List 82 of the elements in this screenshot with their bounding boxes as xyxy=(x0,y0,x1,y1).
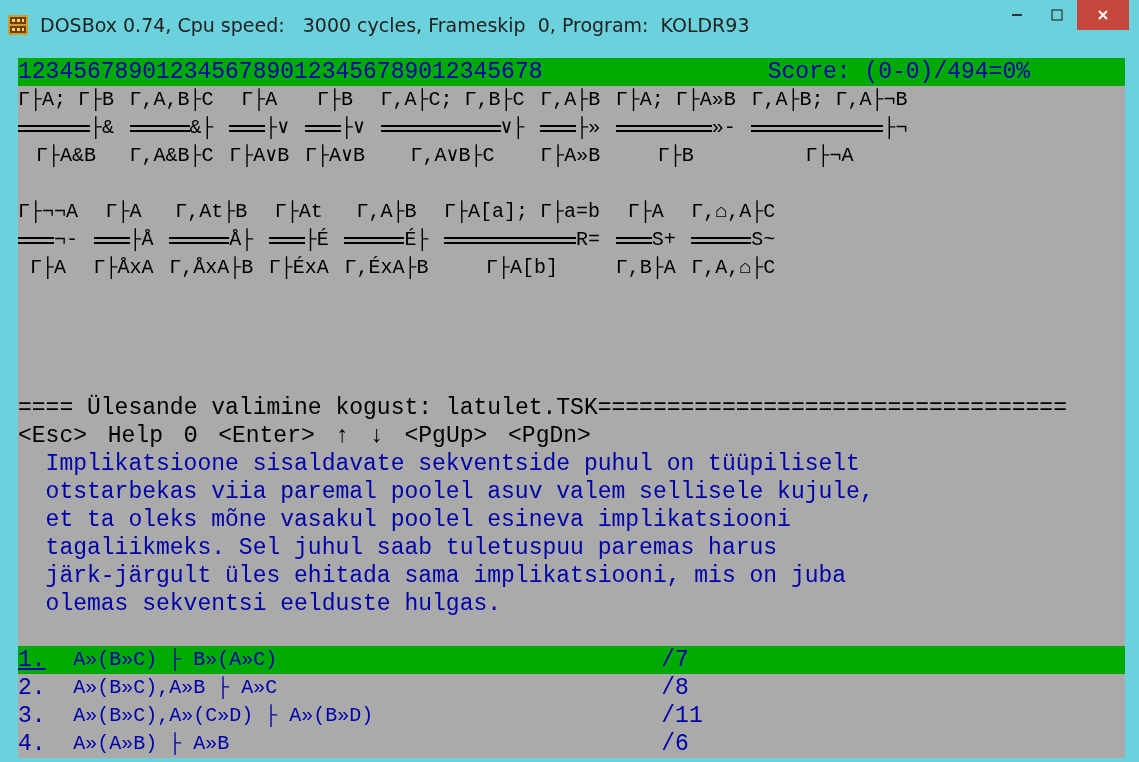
minimize-icon xyxy=(1012,14,1022,16)
inference-line xyxy=(229,124,266,132)
rule-premises: Γ├¬¬A xyxy=(18,199,78,225)
rule-conclusion: Γ,A,⌂├C xyxy=(691,255,776,281)
rule-label: ├Å xyxy=(129,227,154,253)
column-ruler: 12345678901234567890123456789012345678 xyxy=(18,58,543,86)
rule-conclusion: Γ├A[b] xyxy=(485,255,560,281)
rule-conclusion: Γ,B├A xyxy=(615,255,676,281)
rule-label: S~ xyxy=(751,227,776,253)
key-hint: ↑ xyxy=(335,422,350,450)
rule-label: »- xyxy=(711,115,736,141)
key-hint: <PgDn> xyxy=(508,422,591,450)
rule-label: S+ xyxy=(651,227,676,253)
rule-premises: Γ├A xyxy=(240,87,279,113)
inference-line xyxy=(18,124,90,132)
app-icon xyxy=(8,15,28,35)
task-item[interactable]: 1. A»(B»C) ├ B»(A»C) /7 xyxy=(18,646,1125,674)
rule-conclusion: Γ├A∨B xyxy=(229,143,290,169)
rule-premises: Γ├A; Γ├A»B xyxy=(615,87,736,113)
rule-premises: Γ├A; Γ├B xyxy=(18,87,114,113)
task-item[interactable]: 4. A»(A»B) ├ A»B /6 xyxy=(18,730,1125,758)
inference-line xyxy=(169,236,230,244)
inference-line xyxy=(93,236,130,244)
rule-conclusion: Γ├A xyxy=(29,255,67,281)
inference-line xyxy=(304,124,341,132)
rule-label: ├¬ xyxy=(883,115,908,141)
key-hint: <Esc> xyxy=(18,422,87,450)
rule-conclusion: Γ├¬A xyxy=(804,143,855,169)
rule-premises: Γ├B xyxy=(315,87,354,113)
rule-label: &├ xyxy=(189,115,214,141)
inference-line xyxy=(268,236,305,244)
rule-premises: Γ├A xyxy=(626,199,665,225)
score-text: Score: (0-0)/494=0% xyxy=(767,58,1030,86)
rule-conclusion: Γ├A∨B xyxy=(304,143,365,169)
rule-label: É├ xyxy=(404,227,429,253)
rule-label: ├∨ xyxy=(340,115,365,141)
rule-conclusion: Γ├ÅxA xyxy=(93,255,154,281)
inference-line xyxy=(18,236,54,244)
rule-premises: Γ,A├C; Γ,B├C xyxy=(380,87,525,113)
rule-premises: Γ├A xyxy=(104,199,143,225)
inference-line xyxy=(615,236,652,244)
rule-label: ¬- xyxy=(54,227,78,253)
rule-label: ├» xyxy=(576,115,601,141)
rule-conclusion: Γ├B xyxy=(656,143,695,169)
task-item[interactable]: 2. A»(B»C),A»B ├ A»C /8 xyxy=(18,674,1125,702)
inference-line xyxy=(540,124,577,132)
rule-label: ├& xyxy=(90,115,114,141)
task-item[interactable]: 3. A»(B»C),A»(C»D) ├ A»(B»D) /11 xyxy=(18,702,1125,730)
rule-premises: Γ├A[a]; Γ├a=b xyxy=(444,199,601,225)
section-header: ==== Ülesande valimine kogust: latulet.TSK================================== xyxy=(18,394,1068,422)
rule-conclusion: Γ├ÉxA xyxy=(268,255,329,281)
rule-premises: Γ,⌂,A├C xyxy=(691,199,776,225)
rule-premises: Γ,A,B├C xyxy=(129,87,214,113)
task-description: Implikatsioone sisaldavate sekventside puhul on tüüpiliselt otstarbekas viia paremal poolel asuv valem sellisele kujule, et ta oleks mõne vasakul poolel esineva implikatsiooni tagaliikmeks. Sel juhul saab tuletuspuu paremas harus järk-järgult üles ehitada sama implikatsiooni, mis on juba olemas sekventsi eelduste hulgas. xyxy=(44,450,875,618)
inference-line xyxy=(344,236,405,244)
key-hint: ↓ xyxy=(370,422,384,450)
window-title: DOSBox 0.74, Cpu speed: 3000 cycles, Frameskip 0, Program: KOLDR93 xyxy=(40,14,750,36)
rule-premises: Γ,A├B xyxy=(540,87,601,113)
rule-label: Å├ xyxy=(229,227,254,253)
inference-line xyxy=(691,236,752,244)
key-hint: Help xyxy=(107,422,163,450)
rule-label: ∨├ xyxy=(500,115,525,141)
rule-label: R= xyxy=(576,227,601,253)
rule-premises: Γ,A├B; Γ,A├¬B xyxy=(751,87,908,113)
rule-conclusion: Γ├A»B xyxy=(540,143,601,169)
close-button[interactable] xyxy=(1077,0,1129,30)
close-icon xyxy=(1097,9,1109,21)
rule-conclusion: Γ,ÉxA├B xyxy=(344,255,429,281)
rule-conclusion: Γ,ÅxA├B xyxy=(169,255,254,281)
rule-premises: Γ,A├B xyxy=(355,199,418,225)
rule-label: ├É xyxy=(304,227,329,253)
rule-conclusion: Γ,A∨B├C xyxy=(409,143,496,169)
inference-line xyxy=(129,124,190,132)
key-hint: <Enter> xyxy=(218,422,315,450)
rule-label: ├∨ xyxy=(265,115,290,141)
rule-premises: Γ├At xyxy=(273,199,324,225)
rule-conclusion: Γ├A&B xyxy=(35,143,97,169)
key-hint: Θ xyxy=(183,422,198,450)
rule-premises: Γ,At├B xyxy=(174,199,249,225)
key-hint: <PgUp> xyxy=(404,422,488,450)
maximize-icon xyxy=(1051,9,1063,21)
rule-conclusion: Γ,A&B├C xyxy=(129,143,214,169)
